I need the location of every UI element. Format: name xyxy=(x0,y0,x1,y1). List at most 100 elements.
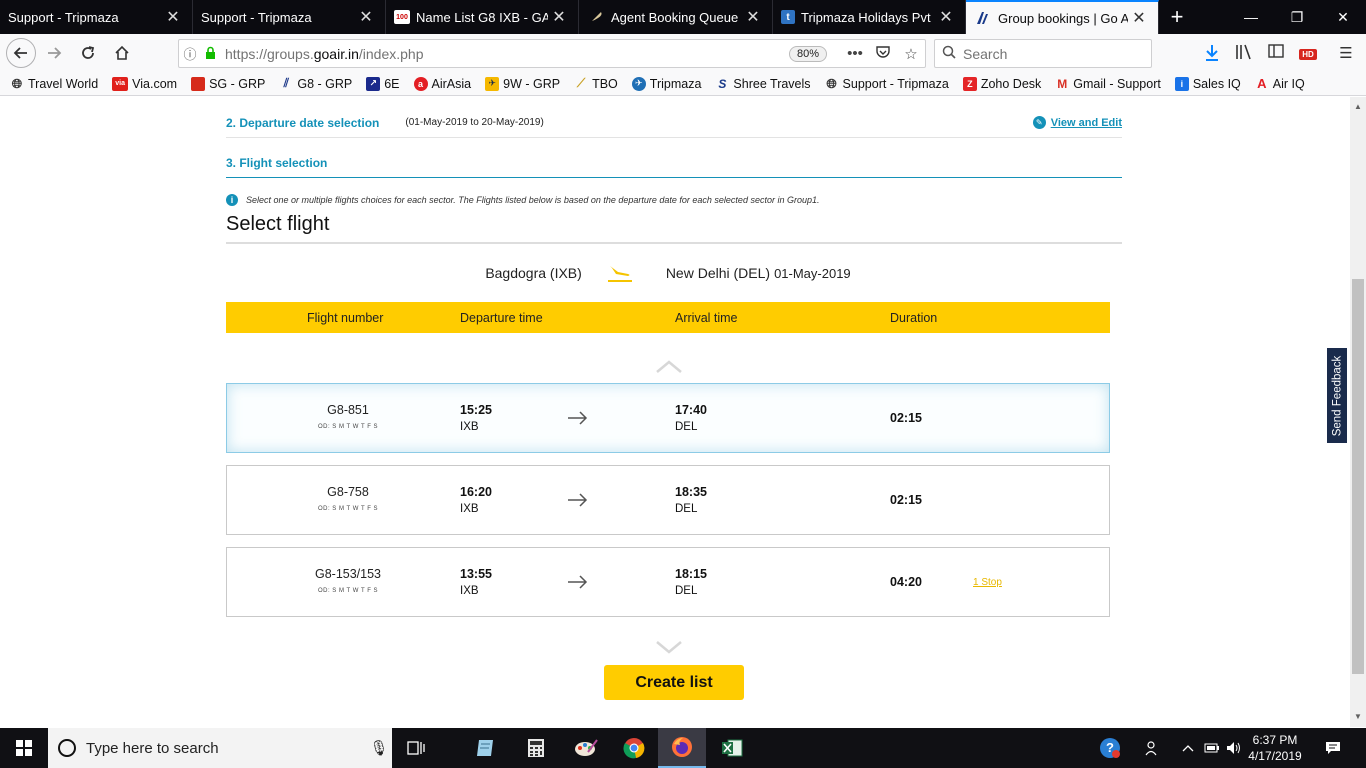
url-text[interactable]: https://groups.goair.in/index.php xyxy=(225,46,789,62)
notes-app-icon[interactable] xyxy=(462,728,510,768)
flight-number: G8-153/153 xyxy=(314,567,382,581)
bookmark-label: AirAsia xyxy=(431,76,472,91)
paint-app-icon[interactable] xyxy=(562,728,610,768)
bookmark-g8-grp[interactable]: ⫽ G8 - GRP xyxy=(279,76,353,91)
lock-icon[interactable] xyxy=(201,46,219,62)
url-bar[interactable]: ⓘ https://groups.goair.in/index.php 80% … xyxy=(178,39,926,68)
firefox-icon[interactable] xyxy=(658,728,706,768)
taskbar-search-input[interactable]: Type here to search 🎙︎ xyxy=(48,728,392,768)
view-and-edit-link[interactable]: ✎ View and Edit xyxy=(1032,116,1122,129)
help-icon[interactable]: ? xyxy=(1096,728,1124,768)
flight-number: G8-851 xyxy=(327,403,369,417)
bookmark-via[interactable]: via Via.com xyxy=(112,76,177,91)
scroll-down-chevron-icon[interactable] xyxy=(654,639,684,655)
task-view-icon[interactable] xyxy=(392,728,440,768)
tab-5[interactable]: t Tripmaza Holidays Pvt Lt ✕ xyxy=(773,0,966,34)
scroll-up-arrow-icon[interactable]: ▲ xyxy=(1350,99,1366,115)
bookmark-label: Shree Travels xyxy=(733,76,811,91)
notification-icon[interactable] xyxy=(1318,728,1348,768)
zoom-indicator[interactable]: 80% xyxy=(788,45,827,62)
page-actions-icon[interactable]: ••• xyxy=(841,45,869,62)
menu-icon[interactable]: ☰ xyxy=(1334,44,1358,64)
step-title: 2. Departure date selection xyxy=(226,115,380,130)
bookmark-travel-world[interactable]: 🌐︎ Travel World xyxy=(10,75,98,91)
excel-icon[interactable] xyxy=(708,728,756,768)
operating-days: OD: S M T W T F S xyxy=(317,424,379,430)
search-input[interactable]: Search xyxy=(934,39,1152,68)
globe-icon: 🌐︎ xyxy=(11,75,23,91)
library-icon[interactable] xyxy=(1232,44,1256,64)
scroll-up-chevron-icon[interactable] xyxy=(654,359,684,375)
volume-icon[interactable] xyxy=(1224,728,1244,768)
clock-time: 6:37 PM xyxy=(1252,733,1298,747)
download-icon[interactable] xyxy=(1200,44,1224,64)
tab-1[interactable]: Support - Tripmaza ✕ xyxy=(0,0,193,34)
bookmark-support-tripmaza[interactable]: 🌐︎ Support - Tripmaza xyxy=(825,76,949,91)
bookmark-gmail[interactable]: M Gmail - Support xyxy=(1055,77,1161,91)
reload-icon[interactable] xyxy=(72,37,104,69)
bookmark-shree-travels[interactable]: S Shree Travels xyxy=(715,77,810,91)
pencil-icon: ✎ xyxy=(1032,116,1046,129)
feedback-label: Send Feedback xyxy=(1331,355,1343,436)
bookmark-star-icon[interactable]: ☆ xyxy=(897,45,925,63)
close-icon[interactable]: ✕ xyxy=(162,7,184,27)
bookmark-zoho-desk[interactable]: Z Zoho Desk xyxy=(962,76,1041,91)
scroll-down-arrow-icon[interactable]: ▼ xyxy=(1350,709,1366,725)
zoho-icon: Z xyxy=(962,76,977,91)
back-arrow-icon[interactable] xyxy=(6,38,36,68)
new-tab-button[interactable]: + xyxy=(1159,0,1195,34)
url-domain: goair.in xyxy=(313,45,359,62)
arrival-time: 18:15 xyxy=(675,567,707,581)
stops-link[interactable]: 1 Stop xyxy=(973,577,1002,588)
search-placeholder: Search xyxy=(963,45,1008,62)
salesiq-icon: i xyxy=(1174,76,1189,91)
hd-extension-icon[interactable]: HD xyxy=(1296,44,1320,64)
page-scrollbar[interactable]: ▲ ▼ xyxy=(1350,97,1366,727)
info-icon[interactable]: ⓘ xyxy=(179,44,201,63)
close-icon[interactable]: ✕ xyxy=(742,7,764,27)
flight-row[interactable]: G8-758 OD: S M T W T F S 16:20 IXB 18:35… xyxy=(226,465,1110,535)
bookmark-airasia[interactable]: a AirAsia xyxy=(413,76,472,91)
chevron-up-icon[interactable] xyxy=(1178,728,1198,768)
bookmark-tripmaza[interactable]: ✈ Tripmaza xyxy=(631,76,702,91)
bookmark-9w-grp[interactable]: ✈ 9W - GRP xyxy=(485,76,560,91)
send-feedback-tab[interactable]: Send Feedback xyxy=(1326,347,1348,444)
people-icon[interactable] xyxy=(1140,728,1166,768)
bookmark-air-iq[interactable]: A Air IQ xyxy=(1255,76,1305,91)
close-icon[interactable]: ✕ xyxy=(935,7,957,27)
close-icon[interactable]: ✕ xyxy=(1128,8,1150,28)
flight-row[interactable]: G8-153/153 OD: S M T W T F S 13:55 IXB 1… xyxy=(226,547,1110,617)
sidebar-icon[interactable] xyxy=(1264,44,1288,64)
bookmark-sales-iq[interactable]: i Sales IQ xyxy=(1174,76,1241,91)
bookmark-sg-grp[interactable]: SG - GRP xyxy=(191,76,265,91)
note-text: Select one or multiple flights choices f… xyxy=(246,195,820,205)
column-arrival-time: Arrival time xyxy=(675,311,738,325)
tripmaza-icon: ✈ xyxy=(631,76,646,91)
scrollbar-thumb[interactable] xyxy=(1352,279,1364,674)
arrow-right-icon xyxy=(568,493,588,507)
minimize-icon[interactable]: — xyxy=(1228,0,1274,34)
tab-2[interactable]: Support - Tripmaza ✕ xyxy=(193,0,386,34)
system-clock[interactable]: 6:37 PM 4/17/2019 xyxy=(1244,732,1306,764)
tab-4[interactable]: Agent Booking Queue ✕ xyxy=(579,0,773,34)
close-icon[interactable]: ✕ xyxy=(355,7,377,27)
bookmark-label: Tripmaza xyxy=(649,76,702,91)
tab-3[interactable]: 100 Name List G8 IXB - GAU ✕ xyxy=(386,0,579,34)
home-icon[interactable] xyxy=(106,37,138,69)
pocket-icon[interactable] xyxy=(869,45,897,63)
chrome-icon[interactable] xyxy=(610,728,658,768)
flight-number: G8-758 xyxy=(327,485,369,499)
restore-icon[interactable]: ❐ xyxy=(1274,0,1320,34)
forward-arrow-icon[interactable] xyxy=(38,37,70,69)
close-icon[interactable]: ✕ xyxy=(548,7,570,27)
microphone-icon[interactable]: 🎙︎ xyxy=(366,739,392,757)
calculator-icon[interactable] xyxy=(512,728,560,768)
flight-row[interactable]: G8-851 OD: S M T W T F S 15:25 IXB 17:40… xyxy=(226,383,1110,453)
create-list-button[interactable]: Create list xyxy=(604,665,744,700)
tab-6-active[interactable]: Group bookings | Go Air ✕ xyxy=(966,0,1159,34)
bookmark-6e[interactable]: ↗ 6E xyxy=(366,76,400,91)
window-close-icon[interactable]: ✕ xyxy=(1320,0,1366,34)
battery-icon[interactable] xyxy=(1202,728,1222,768)
bookmark-tbo[interactable]: ⟋ TBO xyxy=(574,76,618,91)
windows-start-icon[interactable] xyxy=(0,728,48,768)
